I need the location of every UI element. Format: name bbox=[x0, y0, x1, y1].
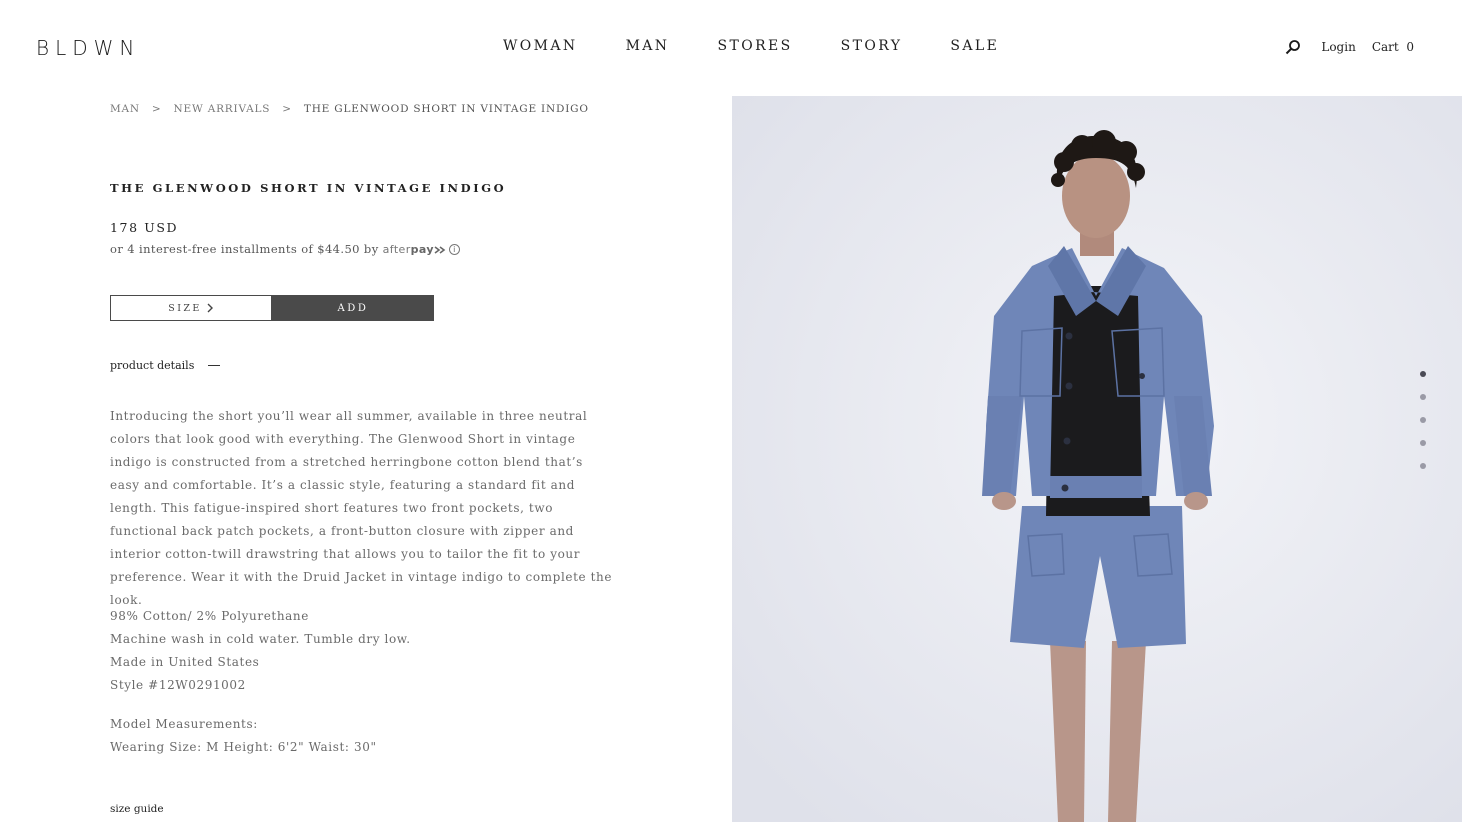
afterpay-logo: afterpay bbox=[383, 243, 446, 256]
gallery-dot-5[interactable] bbox=[1420, 463, 1426, 469]
spec-origin: Made in United States bbox=[110, 655, 260, 669]
gallery-dot-3[interactable] bbox=[1420, 417, 1426, 423]
gallery-dot-1[interactable] bbox=[1420, 371, 1426, 377]
spec-care: Machine wash in cold water. Tumble dry l… bbox=[110, 632, 411, 646]
search-icon[interactable] bbox=[1285, 39, 1301, 55]
model-measurements-values: Wearing Size: M Height: 6'2" Waist: 30" bbox=[110, 740, 377, 754]
installments-text: or 4 interest-free installments of $44.5… bbox=[110, 242, 379, 256]
purchase-controls: SIZE ADD bbox=[110, 295, 434, 321]
breadcrumb-current: THE GLENWOOD SHORT IN VINTAGE INDIGO bbox=[303, 103, 589, 115]
afterpay-arrows-icon bbox=[434, 245, 446, 254]
nav-woman[interactable]: WOMAN bbox=[503, 38, 578, 54]
gallery-pagination bbox=[1420, 371, 1426, 469]
breadcrumb-man[interactable]: MAN bbox=[110, 103, 140, 115]
afterpay-logo-pay: pay bbox=[410, 242, 434, 256]
product-specs: 98% Cotton/ 2% Polyurethane Machine wash… bbox=[110, 605, 411, 697]
spec-material: 98% Cotton/ 2% Polyurethane bbox=[110, 609, 309, 623]
chevron-right-icon bbox=[207, 303, 213, 313]
product-image[interactable] bbox=[732, 96, 1462, 822]
size-guide-link[interactable]: size guide bbox=[110, 803, 164, 815]
header-utilities: Login Cart 0 bbox=[1285, 39, 1414, 55]
info-icon[interactable]: i bbox=[448, 243, 460, 255]
model-measurements-label: Model Measurements: bbox=[110, 717, 258, 731]
gallery-dot-4[interactable] bbox=[1420, 440, 1426, 446]
cart-link[interactable]: Cart 0 bbox=[1372, 40, 1414, 54]
model-photo-illustration bbox=[732, 96, 1462, 822]
breadcrumb-new-arrivals[interactable]: NEW ARRIVALS bbox=[174, 103, 271, 115]
main-nav: WOMAN MAN STORES STORY SALE bbox=[503, 38, 999, 54]
spec-style-number: Style #12W0291002 bbox=[110, 678, 246, 692]
gallery-dot-2[interactable] bbox=[1420, 394, 1426, 400]
nav-story[interactable]: STORY bbox=[841, 38, 903, 54]
breadcrumb: MAN > NEW ARRIVALS > THE GLENWOOD SHORT … bbox=[110, 103, 589, 115]
breadcrumb-separator: > bbox=[282, 103, 292, 115]
nav-man[interactable]: MAN bbox=[626, 38, 670, 54]
size-selector-button[interactable]: SIZE bbox=[110, 295, 272, 321]
product-price: 178 USD bbox=[110, 220, 179, 235]
model-measurements: Model Measurements: Wearing Size: M Heig… bbox=[110, 713, 377, 759]
nav-sale[interactable]: SALE bbox=[950, 38, 999, 54]
brand-logo[interactable]: BLDWN bbox=[36, 36, 140, 60]
cart-label: Cart bbox=[1371, 40, 1399, 54]
product-details-toggle[interactable]: product details bbox=[110, 359, 221, 372]
nav-stores[interactable]: STORES bbox=[717, 38, 792, 54]
afterpay-line: or 4 interest-free installments of $44.5… bbox=[110, 242, 460, 256]
product-description: Introducing the short you’ll wear all su… bbox=[110, 409, 613, 607]
login-link[interactable]: Login bbox=[1321, 40, 1355, 54]
breadcrumb-separator: > bbox=[151, 103, 162, 115]
collapse-minus-icon bbox=[208, 365, 221, 366]
afterpay-logo-after: after bbox=[382, 242, 411, 256]
product-details-label: product details bbox=[110, 359, 195, 372]
product-title: THE GLENWOOD SHORT IN VINTAGE INDIGO bbox=[110, 181, 507, 195]
add-to-cart-button[interactable]: ADD bbox=[272, 295, 434, 321]
size-label: SIZE bbox=[168, 302, 202, 314]
cart-count: 0 bbox=[1406, 40, 1414, 54]
